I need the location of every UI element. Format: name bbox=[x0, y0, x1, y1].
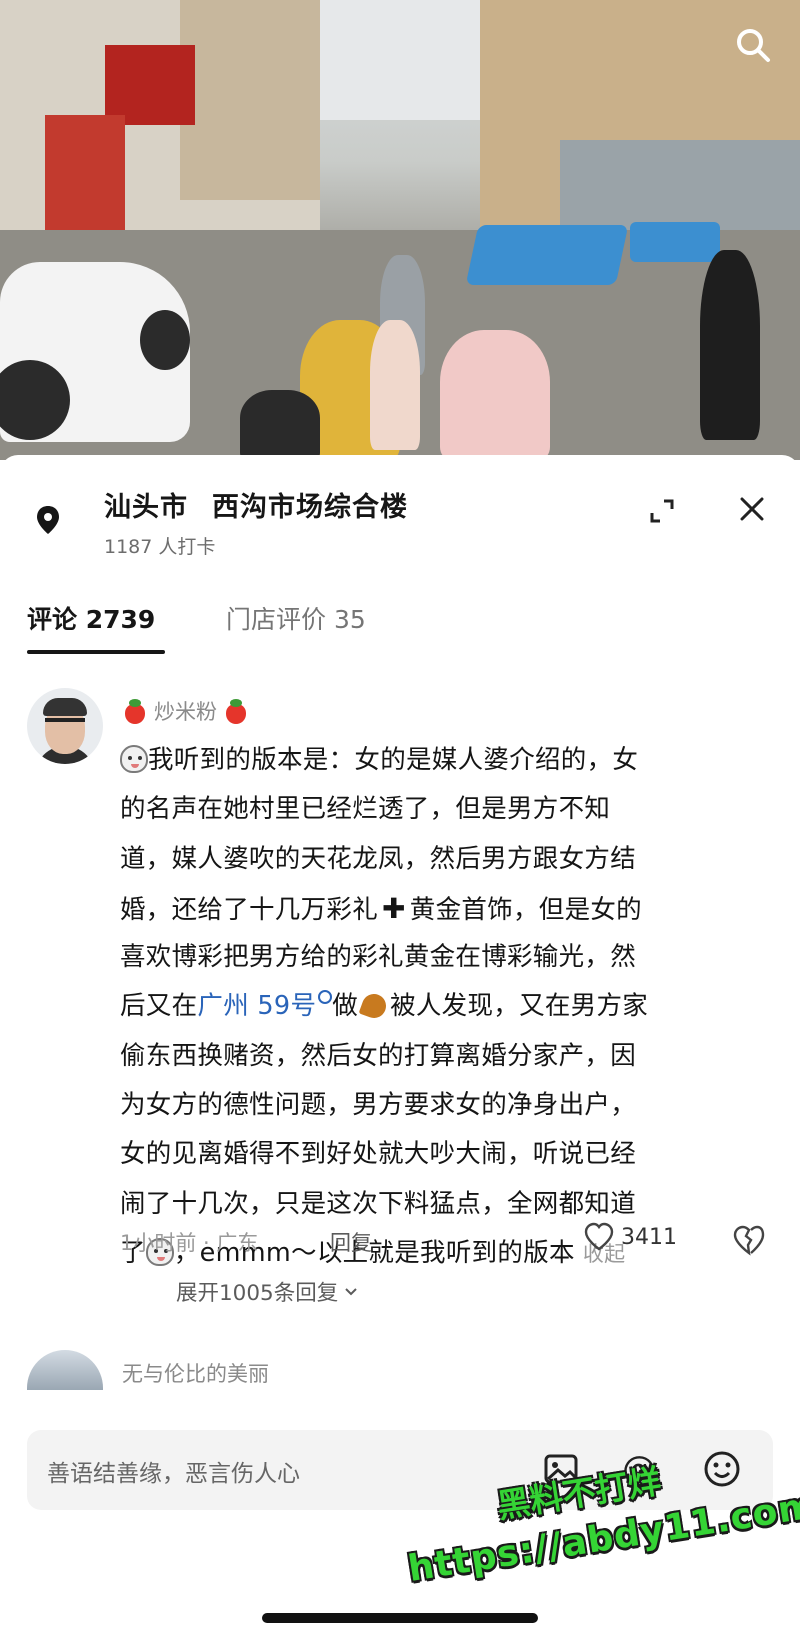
expand-button[interactable] bbox=[642, 491, 682, 531]
location-photo bbox=[0, 0, 800, 460]
avatar[interactable] bbox=[27, 1350, 103, 1390]
like-button[interactable]: 3411 bbox=[583, 1221, 677, 1253]
comment-meta: 1小时前 · 广东 回复 3411 bbox=[120, 1221, 780, 1261]
strawberry-icon bbox=[223, 698, 249, 724]
chevron-down-icon bbox=[345, 1287, 357, 1295]
avatar[interactable] bbox=[27, 688, 103, 764]
comment-input[interactable]: 善语结善缘，恶言伤人心 bbox=[47, 1454, 300, 1488]
reply-button[interactable]: 回复 bbox=[330, 1227, 372, 1257]
search-topic-link[interactable]: 广州 59号 bbox=[197, 991, 316, 1021]
comment-item: 无与伦比的美丽 bbox=[0, 1350, 800, 1410]
cat-emoji-icon bbox=[120, 745, 148, 773]
search-mini-icon bbox=[318, 990, 333, 1005]
search-icon bbox=[737, 29, 770, 62]
broken-heart-icon[interactable] bbox=[732, 1223, 766, 1257]
location-city: 汕头市 bbox=[104, 492, 188, 523]
home-indicator[interactable] bbox=[262, 1613, 538, 1623]
comment-username[interactable]: 炒米粉 bbox=[122, 696, 249, 726]
location-place: 西沟市场综合楼 bbox=[212, 492, 408, 523]
comment-username[interactable]: 无与伦比的美丽 bbox=[122, 1358, 269, 1388]
comment-time-location: 1小时前 · 广东 bbox=[120, 1231, 259, 1255]
close-button[interactable] bbox=[732, 489, 772, 529]
close-icon bbox=[740, 497, 764, 521]
tab-bar: 评论 2739 门店评价 35 bbox=[0, 600, 800, 660]
location-title: 汕头市 西沟市场综合楼 bbox=[104, 485, 408, 524]
location-pin-icon bbox=[37, 506, 59, 534]
search-button[interactable] bbox=[728, 20, 778, 70]
username-text: 炒米粉 bbox=[154, 700, 217, 724]
comment-text: 我听到的版本是：女的是媒人婆介绍的，女 的名声在她村里已经烂透了，但是男方不知 … bbox=[120, 745, 649, 1268]
active-tab-indicator bbox=[27, 650, 165, 654]
like-count: 3411 bbox=[621, 1224, 677, 1250]
tab-store-reviews[interactable]: 门店评价 35 bbox=[226, 600, 366, 636]
plus-icon: ✚ bbox=[382, 891, 406, 925]
tab-comments[interactable]: 评论 2739 bbox=[27, 600, 155, 636]
comments-sheet: 汕头市西沟市场综合楼 1187 人打卡 评论 2739 门店评价 35 炒米粉 bbox=[0, 455, 800, 1649]
drumstick-emoji-icon bbox=[358, 991, 390, 1022]
emoji-icon[interactable] bbox=[701, 1448, 743, 1490]
checkin-count: 1187 人打卡 bbox=[104, 536, 216, 558]
expand-replies-button[interactable]: 展开1005条回复 bbox=[176, 1276, 358, 1307]
strawberry-icon bbox=[122, 698, 148, 724]
expand-replies-label: 展开1005条回复 bbox=[176, 1281, 339, 1306]
heart-icon bbox=[584, 1222, 614, 1251]
expand-icon bbox=[650, 499, 674, 523]
